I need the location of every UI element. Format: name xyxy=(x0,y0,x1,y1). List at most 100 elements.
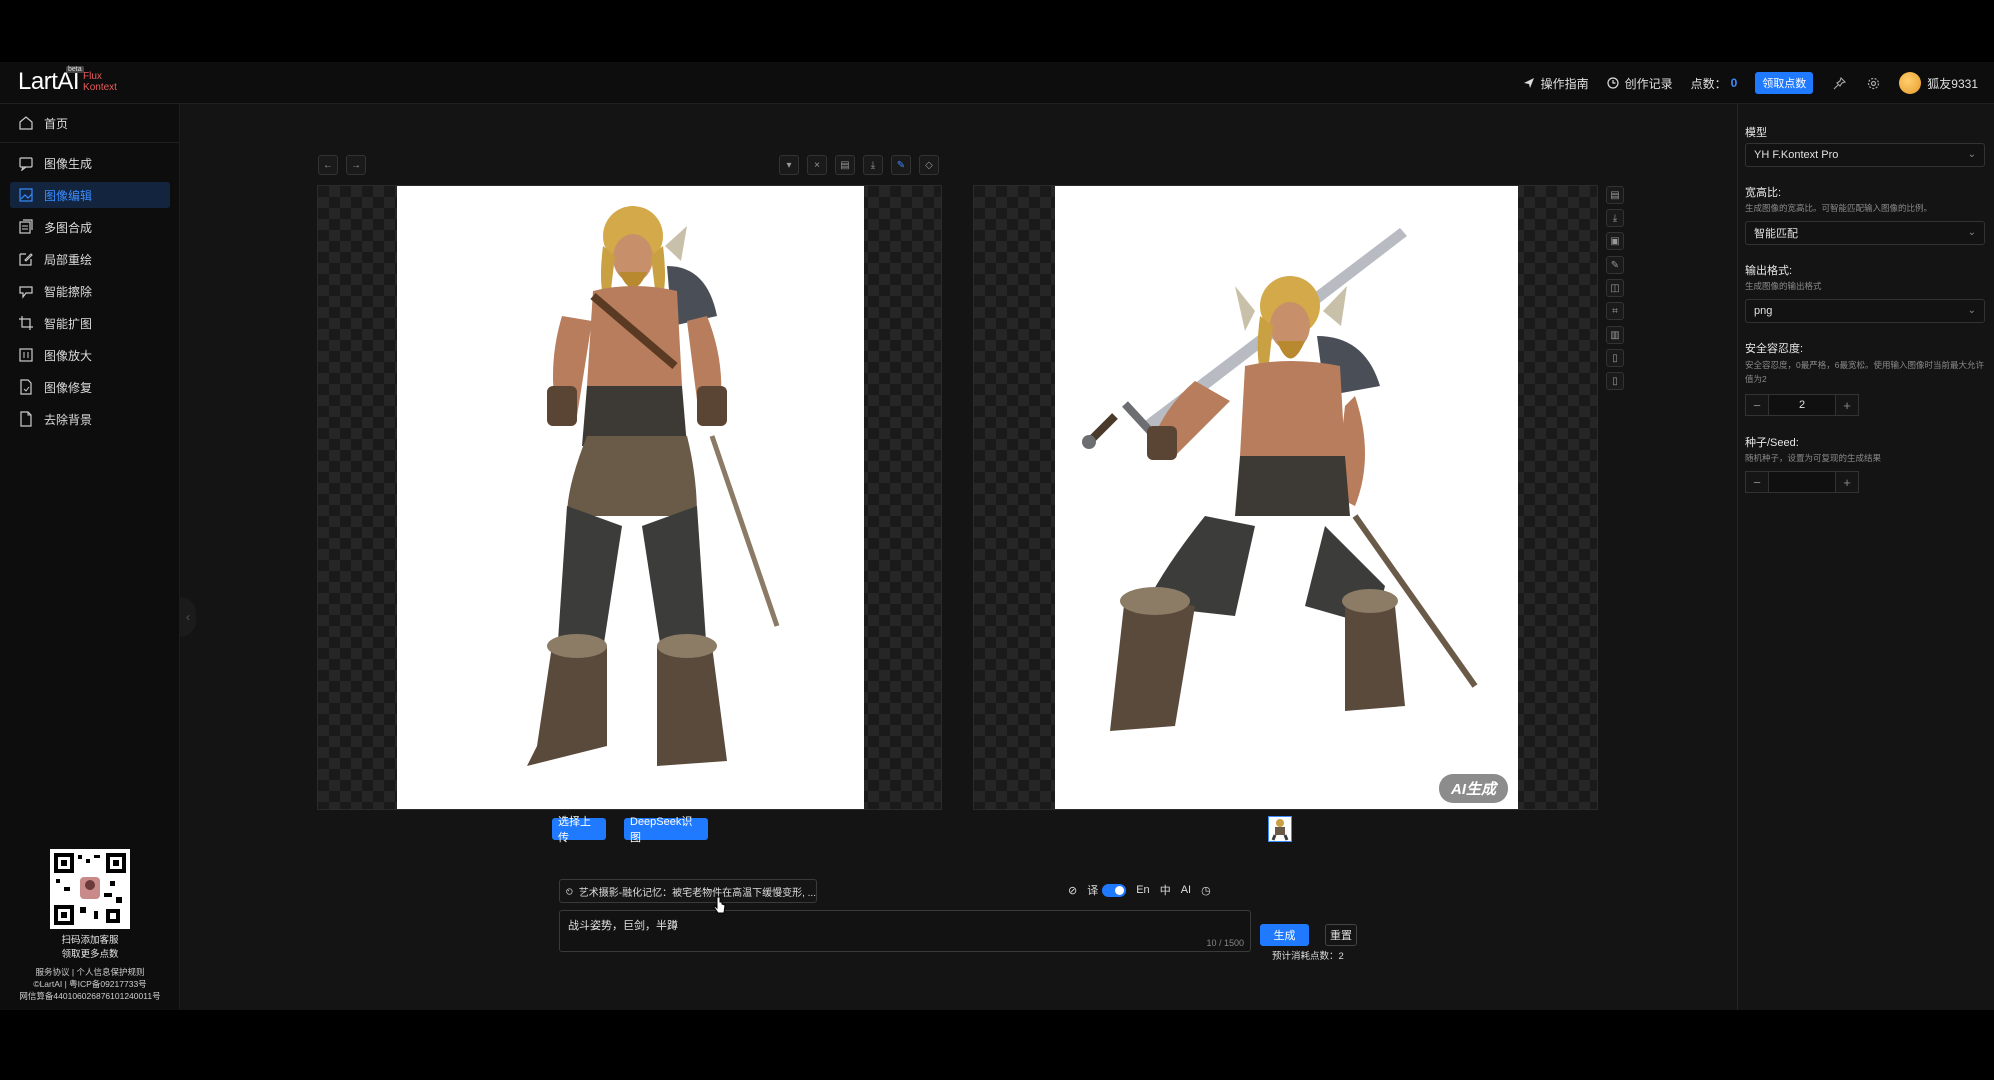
sidebar-item-label: 智能擦除 xyxy=(44,284,93,299)
sidebar-item-label: 首页 xyxy=(44,116,69,131)
clear-icon[interactable]: ⊘ xyxy=(1068,884,1077,897)
qr-caption-1: 扫码添加客服 xyxy=(61,935,119,946)
sidebar-item-label: 图像生成 xyxy=(44,156,93,171)
crop-icon xyxy=(19,316,33,330)
remove-bg-output-icon[interactable]: ▯ xyxy=(1606,372,1624,390)
upscale-output-icon[interactable]: ▥ xyxy=(1606,326,1624,344)
seed-desc: 随机种子，设置为可复现的生成结果 xyxy=(1745,453,1882,463)
settings-panel: 模型 YH F.Kontext Pro ⌄ 宽高比: 生成图像的宽高比。可智能匹… xyxy=(1737,104,1994,1010)
undo-icon[interactable]: ← xyxy=(318,155,338,175)
ratio-value: 智能匹配 xyxy=(1754,228,1798,240)
logo-badge: beta xyxy=(66,66,84,73)
delete-output-icon[interactable]: ▤ xyxy=(1606,186,1624,204)
pin-icon[interactable] xyxy=(1831,75,1847,91)
crop-output-icon[interactable]: ⌗ xyxy=(1606,302,1624,320)
output-tools: ▤ ⤓ ▣ ✎ ◫ ⌗ ▥ ▯ ▯ xyxy=(1606,186,1624,426)
sidebar-item-label: 局部重绘 xyxy=(44,252,93,267)
sidebar-item-image-generate[interactable]: 图像生成 xyxy=(10,150,170,176)
layers-icon xyxy=(19,219,33,234)
seed-decrement-button[interactable]: − xyxy=(1745,471,1769,493)
sidebar-item-label: 智能扩图 xyxy=(44,316,93,331)
eraser-tool-icon[interactable]: ◇ xyxy=(919,155,939,175)
redo-icon[interactable]: → xyxy=(346,155,366,175)
mouse-cursor-icon xyxy=(713,896,726,914)
sidebar-item-home[interactable]: 首页 xyxy=(10,110,170,136)
seed-input[interactable] xyxy=(1769,471,1835,493)
repair-output-icon[interactable]: ▯ xyxy=(1606,349,1624,367)
app-window: LartAI beta Flux Kontext 操作指南 创作记录 点数： 0… xyxy=(0,62,1994,1010)
lang-zh-button[interactable]: 中 xyxy=(1160,882,1171,898)
sidebar: 首页 图像生成 图像编辑 多图合成 局部重绘 智能擦除 智能扩图 图像放大 图像… xyxy=(0,104,180,1010)
output-thumbnail[interactable] xyxy=(1268,816,1292,842)
output-canvas[interactable]: AI生成 xyxy=(973,185,1598,810)
translate-toggle[interactable] xyxy=(1102,883,1127,897)
sidebar-item-multi-compose[interactable]: 多图合成 xyxy=(10,214,170,240)
ai-enhance-button[interactable]: AI xyxy=(1181,884,1191,896)
sidebar-collapse-handle[interactable]: ‹ xyxy=(180,597,196,637)
model-value: YH F.Kontext Pro xyxy=(1754,149,1839,161)
sidebar-item-smart-erase[interactable]: 智能擦除 xyxy=(10,278,170,304)
letterbox-bottom xyxy=(0,1010,1994,1080)
format-select[interactable]: png ⌄ xyxy=(1745,299,1985,323)
sidebar-item-label: 图像修复 xyxy=(44,380,93,395)
prompt-preset-select[interactable]: 艺术摄影-融化记忆：被宅老物件在高温下缓慢变形, ... xyxy=(559,879,817,903)
model-select[interactable]: YH F.Kontext Pro ⌄ xyxy=(1745,143,1985,167)
use-as-input-icon[interactable]: ▣ xyxy=(1606,232,1624,250)
format-desc: 生成图像的输出格式 xyxy=(1745,281,1822,291)
sidebar-item-label: 图像放大 xyxy=(44,348,93,363)
char-counter: 10 / 1500 xyxy=(1206,938,1244,948)
header-actions: 操作指南 创作记录 点数： 0 领取点数 狐友9331 xyxy=(1523,62,1978,104)
logo-sub-flux: Flux xyxy=(83,71,102,82)
logo-sub-kontext: Kontext xyxy=(83,82,117,93)
chevron-down-icon: ⌄ xyxy=(1967,149,1976,160)
history-clock-icon[interactable]: ◷ xyxy=(1201,884,1211,897)
logo[interactable]: LartAI beta Flux Kontext xyxy=(18,66,117,98)
erase-output-icon[interactable]: ◫ xyxy=(1606,279,1624,297)
prompt-text: 战斗姿势，巨剑，半蹲 xyxy=(568,920,678,932)
download-output-icon[interactable]: ⤓ xyxy=(1606,209,1624,227)
close-icon[interactable]: × xyxy=(807,155,827,175)
gear-icon[interactable] xyxy=(1865,75,1881,91)
translate-label: 译 xyxy=(1087,885,1099,897)
reset-button[interactable]: 重置 xyxy=(1325,924,1357,946)
seed-increment-button[interactable]: + xyxy=(1835,471,1859,493)
sidebar-item-remove-bg[interactable]: 去除背景 xyxy=(10,406,170,432)
seed-label: 种子/Seed: xyxy=(1745,437,1799,449)
upscale-icon xyxy=(19,348,33,362)
format-value: png xyxy=(1754,305,1773,317)
points-label: 点数： xyxy=(1690,76,1727,91)
history-link[interactable]: 创作记录 xyxy=(1606,75,1673,92)
lang-en-button[interactable]: En xyxy=(1136,884,1149,896)
claim-points-button[interactable]: 领取点数 xyxy=(1755,72,1814,94)
footer-agreements[interactable]: 服务协议 | 个人信息保护规则 xyxy=(0,966,180,978)
user-menu[interactable]: 狐友9331 xyxy=(1899,72,1978,94)
pen-icon[interactable]: ✎ xyxy=(891,155,911,175)
deepseek-recognize-button[interactable]: DeepSeek识图 xyxy=(624,816,708,844)
upload-button[interactable]: 选择上传 xyxy=(552,816,606,844)
sidebar-divider xyxy=(0,142,180,143)
ratio-desc: 生成图像的宽高比。可智能匹配输入图像的比例。 xyxy=(1745,203,1933,213)
sidebar-item-repair[interactable]: 图像修复 xyxy=(10,374,170,400)
sidebar-item-upscale[interactable]: 图像放大 xyxy=(10,342,170,368)
download-icon[interactable]: ⤓ xyxy=(863,155,883,175)
chevron-down-icon: ⌄ xyxy=(1967,305,1976,316)
safety-increment-button[interactable]: + xyxy=(1835,394,1859,416)
input-image xyxy=(397,186,864,809)
input-canvas[interactable] xyxy=(317,185,942,810)
home-icon xyxy=(19,116,33,130)
brush-icon[interactable]: ▾ xyxy=(779,155,799,175)
safety-value[interactable]: 2 xyxy=(1769,394,1835,416)
ai-generated-badge: AI生成 xyxy=(1438,774,1508,803)
guide-link[interactable]: 操作指南 xyxy=(1523,75,1589,92)
trash-icon[interactable]: ▤ xyxy=(835,155,855,175)
sidebar-item-inpaint[interactable]: 局部重绘 xyxy=(10,246,170,272)
generate-button[interactable]: 生成 xyxy=(1260,924,1309,946)
ratio-select[interactable]: 智能匹配 ⌄ xyxy=(1745,221,1985,245)
sidebar-item-image-edit[interactable]: 图像编辑 xyxy=(10,182,170,208)
edit-output-icon[interactable]: ✎ xyxy=(1606,256,1624,274)
safety-decrement-button[interactable]: − xyxy=(1745,394,1769,416)
prompt-textarea[interactable]: 战斗姿势，巨剑，半蹲 10 / 1500 xyxy=(559,910,1251,952)
sidebar-item-outpaint[interactable]: 智能扩图 xyxy=(10,310,170,336)
guide-label: 操作指南 xyxy=(1540,76,1589,91)
pencil-square-icon xyxy=(19,253,33,266)
